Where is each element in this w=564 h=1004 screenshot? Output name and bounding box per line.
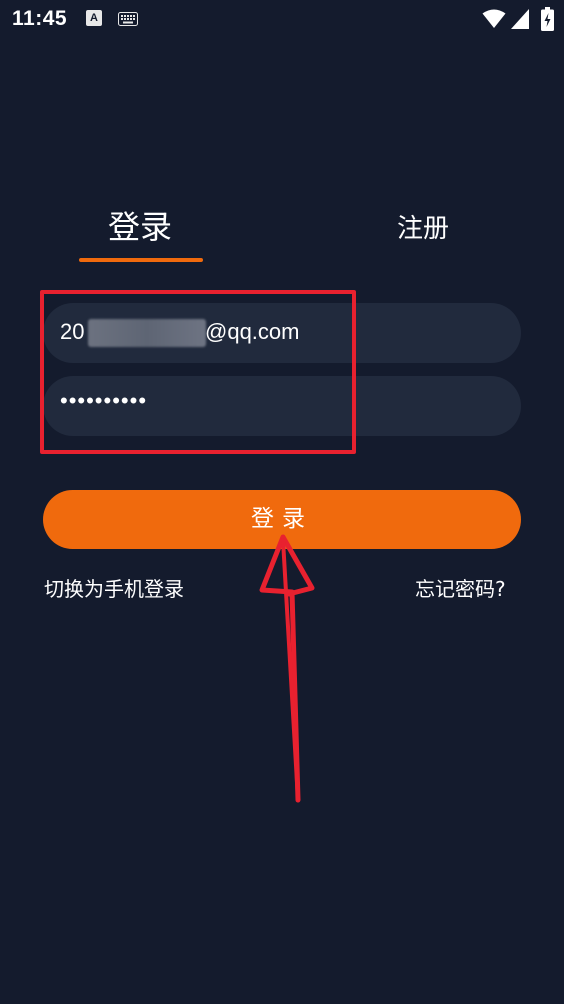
switch-to-phone-login-link[interactable]: 切换为手机登录	[44, 573, 184, 602]
login-button[interactable]: 登录	[43, 490, 521, 549]
signal-icon	[511, 9, 529, 29]
annotation-highlight-box	[40, 290, 356, 454]
keyboard-icon	[118, 12, 138, 26]
status-bar: 11:45 A	[0, 0, 564, 40]
active-tab-indicator	[79, 258, 203, 262]
a-notification-icon: A	[86, 10, 102, 26]
battery-icon	[541, 7, 554, 31]
tab-login[interactable]: 登录	[108, 202, 172, 248]
wifi-icon	[482, 9, 506, 28]
forgot-password-link[interactable]: 忘记密码?	[415, 573, 506, 602]
status-time: 11:45	[12, 7, 68, 30]
tab-register[interactable]: 注册	[397, 208, 449, 245]
